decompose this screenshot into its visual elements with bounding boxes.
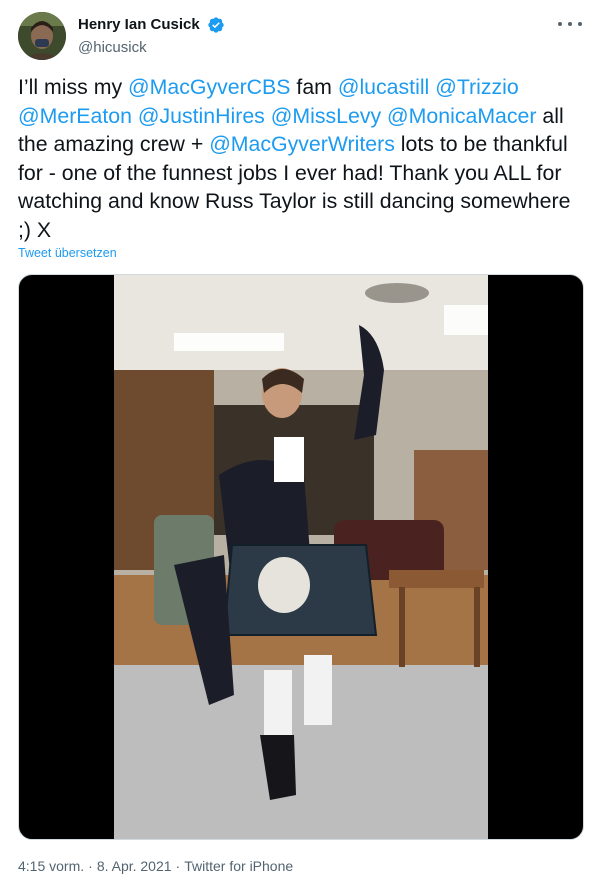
tweet-time[interactable]: 4:15 vorm. bbox=[18, 858, 84, 874]
separator: · bbox=[88, 858, 93, 874]
tweet-date[interactable]: 8. Apr. 2021 bbox=[97, 858, 172, 874]
mention-link[interactable]: @MissLevy bbox=[271, 104, 381, 128]
verified-badge-icon bbox=[208, 17, 224, 33]
tweet-header: Henry Ian Cusick @hicusick bbox=[18, 12, 586, 60]
video-player[interactable] bbox=[114, 275, 488, 839]
mention-link[interactable]: @lucastill bbox=[338, 75, 429, 99]
mention-link[interactable]: @MerEaton bbox=[18, 104, 132, 128]
display-name[interactable]: Henry Ian Cusick bbox=[78, 15, 200, 35]
video-still-icon bbox=[114, 275, 488, 839]
mention-link[interactable]: @MacGyverWriters bbox=[209, 132, 395, 156]
mention-link[interactable]: @JustinHires bbox=[138, 104, 265, 128]
tweet-meta: 4:15 vorm. · 8. Apr. 2021 · Twitter for iPho… bbox=[18, 858, 293, 874]
avatar-photo bbox=[18, 12, 66, 60]
tweet-text-segment: fam bbox=[290, 75, 338, 99]
tweet-text-segment: I’ll miss my bbox=[18, 75, 129, 99]
tweet-source[interactable]: Twitter for iPhone bbox=[184, 858, 293, 874]
handle[interactable]: @hicusick bbox=[78, 38, 225, 58]
more-options-icon[interactable] bbox=[558, 14, 582, 34]
separator: · bbox=[175, 858, 181, 874]
mention-link[interactable]: @Trizzio bbox=[435, 75, 519, 99]
avatar[interactable] bbox=[18, 12, 66, 60]
translate-link[interactable]: Tweet übersetzen bbox=[18, 246, 117, 260]
tweet-text: I’ll miss my @MacGyverCBS fam @lucastill… bbox=[18, 73, 588, 244]
mention-link[interactable]: @MonicaMacer bbox=[387, 104, 536, 128]
mention-link[interactable]: @MacGyverCBS bbox=[128, 75, 290, 99]
tweet-media[interactable] bbox=[18, 274, 584, 840]
